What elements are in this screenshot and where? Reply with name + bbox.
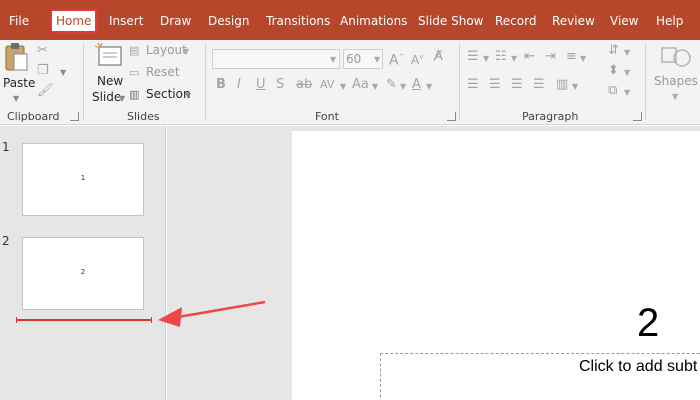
powerpoint-window: File Home Insert Draw Design Transitions… [0,0,700,400]
annotation-arrow-icon [158,300,266,327]
